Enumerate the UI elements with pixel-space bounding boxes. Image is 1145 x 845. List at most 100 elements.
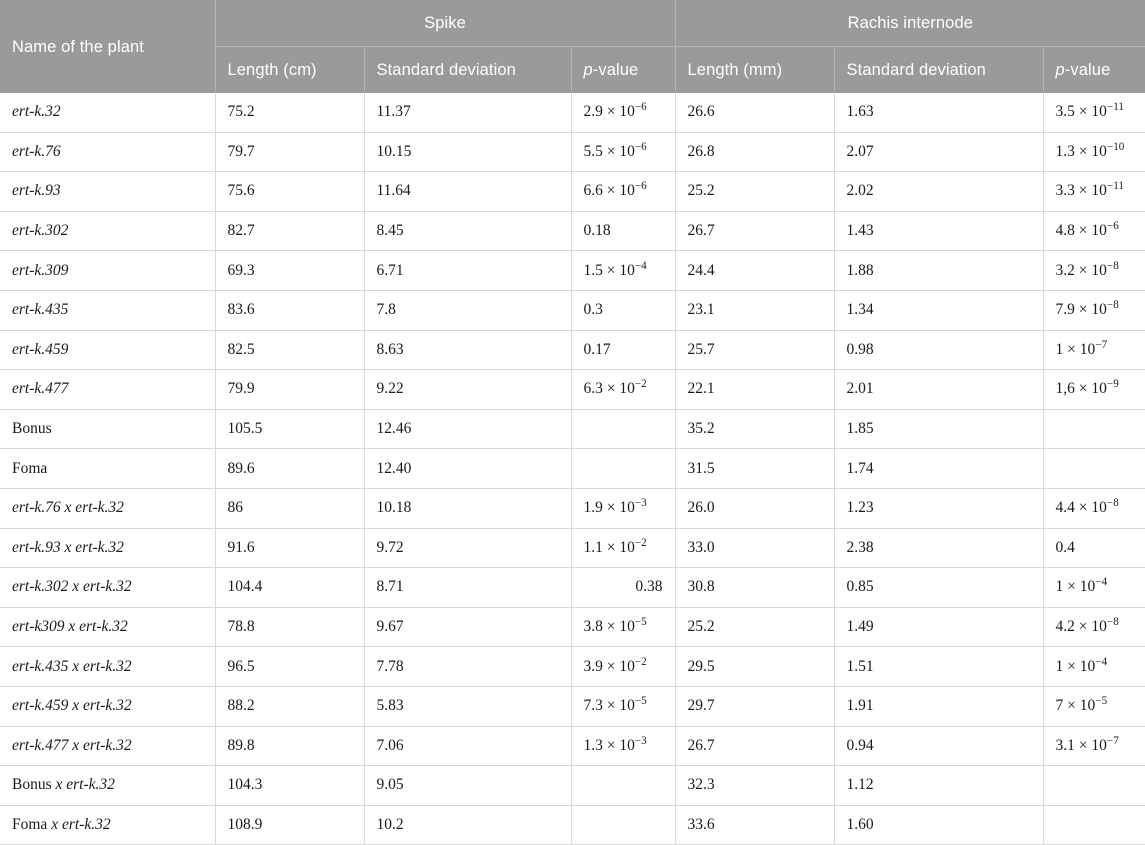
cell-spike-length: 89.6 xyxy=(215,448,365,489)
cell-spike-pvalue xyxy=(571,409,676,450)
cell-spike-standard-deviation: 6.71 xyxy=(364,250,572,291)
cell-rachis-pvalue: 3.3 × 10−11 xyxy=(1043,171,1145,212)
cell-rachis-length: 35.2 xyxy=(675,409,835,450)
cell-spike-standard-deviation: 10.18 xyxy=(364,488,572,529)
cell-spike-length: 86 xyxy=(215,488,365,529)
cell-rachis-length: 24.4 xyxy=(675,250,835,291)
cell-rachis-standard-deviation: 1.85 xyxy=(834,409,1044,450)
table-row: ert-k309 x ert-k.32 78.8 9.67 3.8 × 10−5 25.… xyxy=(0,607,1145,648)
cell-spike-standard-deviation: 9.05 xyxy=(364,765,572,806)
cell-spike-standard-deviation: 9.67 xyxy=(364,607,572,648)
table-row: ert-k.309 69.3 6.71 1.5 × 10−4 24.4 1.88 3.2 ×… xyxy=(0,250,1145,291)
cell-spike-pvalue: 1.9 × 10−3 xyxy=(571,488,676,529)
table-body: ert-k.32 75.2 11.37 2.9 × 10−6 26.6 1.63 3.5 ×… xyxy=(0,93,1145,845)
cell-spike-pvalue: 0.17 xyxy=(571,330,676,371)
cell-rachis-length: 25.2 xyxy=(675,171,835,212)
cell-spike-pvalue: 0.18 xyxy=(571,211,676,252)
cell-plant-name: ert-k.477 xyxy=(0,369,216,410)
cell-spike-standard-deviation: 8.45 xyxy=(364,211,572,252)
cell-spike-standard-deviation: 9.72 xyxy=(364,528,572,569)
cell-rachis-pvalue: 4.4 × 10−8 xyxy=(1043,488,1145,529)
cell-plant-name: ert-k.76 xyxy=(0,132,216,173)
table-row: ert-k.93 75.6 11.64 6.6 × 10−6 25.2 2.02 3.3 ×… xyxy=(0,171,1145,212)
cell-spike-length: 96.5 xyxy=(215,646,365,687)
cell-spike-pvalue: 0.38 xyxy=(571,567,676,608)
cell-spike-length: 88.2 xyxy=(215,686,365,727)
cell-spike-length: 91.6 xyxy=(215,528,365,569)
cell-plant-name: ert-k.76 x ert-k.32 xyxy=(0,488,216,529)
cell-rachis-pvalue xyxy=(1043,409,1145,450)
cell-plant-name: ert-k.435 x ert-k.32 xyxy=(0,646,216,687)
cell-rachis-standard-deviation: 2.38 xyxy=(834,528,1044,569)
cell-spike-pvalue: 0.3 xyxy=(571,290,676,331)
cell-spike-standard-deviation: 10.2 xyxy=(364,805,572,845)
cell-spike-pvalue: 6.3 × 10−2 xyxy=(571,369,676,410)
cell-spike-length: 79.7 xyxy=(215,132,365,173)
cell-rachis-pvalue: 7.9 × 10−8 xyxy=(1043,290,1145,331)
table-row: ert-k.477 79.9 9.22 6.3 × 10−2 22.1 2.01 1,6 ×… xyxy=(0,369,1145,410)
table-row: ert-k.435 x ert-k.32 96.5 7.78 3.9 × 10−2 29… xyxy=(0,646,1145,687)
cell-rachis-length: 25.7 xyxy=(675,330,835,371)
table-row: ert-k.435 83.6 7.8 0.3 23.1 1.34 7.9 × 10−8 xyxy=(0,290,1145,331)
table-row: ert-k.302 x ert-k.32 104.4 8.71 0.38 30.8 0.8… xyxy=(0,567,1145,608)
cell-rachis-standard-deviation: 1.74 xyxy=(834,448,1044,489)
cell-rachis-length: 26.7 xyxy=(675,726,835,767)
cell-spike-pvalue xyxy=(571,765,676,806)
table-row: Foma 89.6 12.40 31.5 1.74 xyxy=(0,448,1145,489)
table-row: ert-k.459 82.5 8.63 0.17 25.7 0.98 1 × 10−7 xyxy=(0,330,1145,371)
cell-spike-length: 105.5 xyxy=(215,409,365,450)
cell-rachis-standard-deviation: 0.94 xyxy=(834,726,1044,767)
cell-plant-name: Bonus xyxy=(0,409,216,450)
table-header: Name of the plant Spike Rachis internode… xyxy=(0,0,1145,93)
cell-plant-name: ert-k.309 xyxy=(0,250,216,291)
cell-rachis-pvalue: 3.2 × 10−8 xyxy=(1043,250,1145,291)
header-col-rachis-length: Length (mm) xyxy=(675,46,835,93)
cell-rachis-length: 26.7 xyxy=(675,211,835,252)
cell-rachis-standard-deviation: 1.51 xyxy=(834,646,1044,687)
cell-rachis-standard-deviation: 2.02 xyxy=(834,171,1044,212)
header-name-of-plant: Name of the plant xyxy=(0,0,216,93)
cell-rachis-pvalue xyxy=(1043,765,1145,806)
cell-rachis-standard-deviation: 1.88 xyxy=(834,250,1044,291)
cell-rachis-standard-deviation: 1.49 xyxy=(834,607,1044,648)
header-group-rachis-internode: Rachis internode xyxy=(675,0,1145,47)
cell-spike-pvalue: 3.8 × 10−5 xyxy=(571,607,676,648)
cell-plant-name: ert-k.459 x ert-k.32 xyxy=(0,686,216,727)
cell-spike-standard-deviation: 7.06 xyxy=(364,726,572,767)
table-row: ert-k.459 x ert-k.32 88.2 5.83 7.3 × 10−5 29… xyxy=(0,686,1145,727)
cell-rachis-pvalue: 3.1 × 10−7 xyxy=(1043,726,1145,767)
cell-rachis-standard-deviation: 2.07 xyxy=(834,132,1044,173)
cell-spike-standard-deviation: 7.78 xyxy=(364,646,572,687)
cell-spike-pvalue xyxy=(571,448,676,489)
cell-plant-name: ert-k.302 x ert-k.32 xyxy=(0,567,216,608)
cell-spike-length: 104.3 xyxy=(215,765,365,806)
cell-plant-name: Foma xyxy=(0,448,216,489)
cell-rachis-length: 22.1 xyxy=(675,369,835,410)
cell-rachis-length: 31.5 xyxy=(675,448,835,489)
cell-rachis-length: 33.0 xyxy=(675,528,835,569)
header-col-rachis-sd: Standard deviation xyxy=(834,46,1044,93)
cell-rachis-standard-deviation: 1.43 xyxy=(834,211,1044,252)
table-container: Name of the plant Spike Rachis internode… xyxy=(0,0,1145,845)
cell-spike-length: 82.7 xyxy=(215,211,365,252)
header-col-spike-length: Length (cm) xyxy=(215,46,365,93)
table-row: ert-k.76 79.7 10.15 5.5 × 10−6 26.8 2.07 1.3 ×… xyxy=(0,132,1145,173)
cell-rachis-pvalue: 1 × 10−4 xyxy=(1043,567,1145,608)
cell-plant-name: ert-k.302 xyxy=(0,211,216,252)
cell-rachis-pvalue xyxy=(1043,805,1145,845)
cell-spike-pvalue: 5.5 × 10−6 xyxy=(571,132,676,173)
cell-rachis-standard-deviation: 1.63 xyxy=(834,93,1044,133)
cell-spike-pvalue: 3.9 × 10−2 xyxy=(571,646,676,687)
cell-rachis-length: 30.8 xyxy=(675,567,835,608)
cell-spike-pvalue: 7.3 × 10−5 xyxy=(571,686,676,727)
cell-rachis-standard-deviation: 0.85 xyxy=(834,567,1044,608)
cell-spike-standard-deviation: 5.83 xyxy=(364,686,572,727)
cell-spike-length: 89.8 xyxy=(215,726,365,767)
cell-spike-pvalue: 2.9 × 10−6 xyxy=(571,93,676,133)
table-row: ert-k.477 x ert-k.32 89.8 7.06 1.3 × 10−3 26… xyxy=(0,726,1145,767)
cell-spike-standard-deviation: 11.64 xyxy=(364,171,572,212)
cell-plant-name: ert-k.93 x ert-k.32 xyxy=(0,528,216,569)
cell-rachis-standard-deviation: 1.91 xyxy=(834,686,1044,727)
cell-spike-length: 78.8 xyxy=(215,607,365,648)
cell-rachis-standard-deviation: 1.23 xyxy=(834,488,1044,529)
